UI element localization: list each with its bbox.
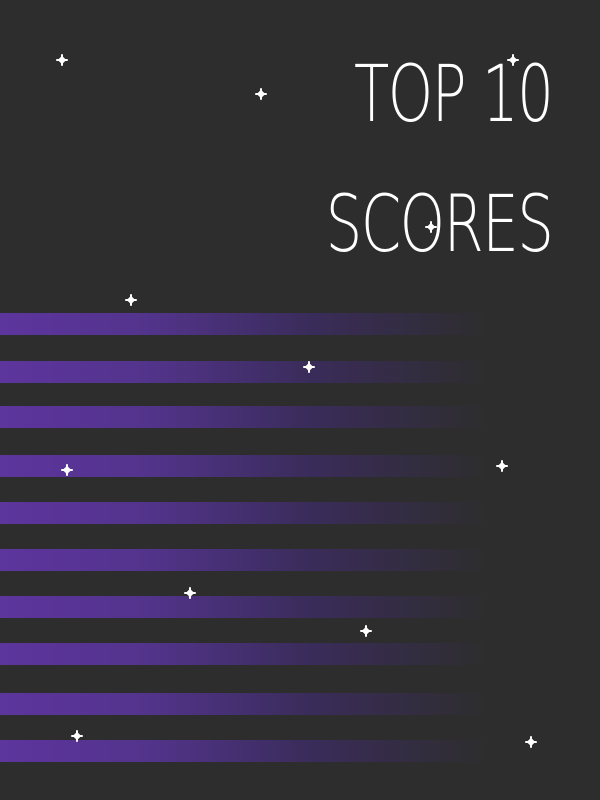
screen-title: TOP 10 SCORES [325,30,554,290]
sparkle-star-icon [360,625,372,637]
sparkle-star-icon [56,54,68,66]
score-row-3 [0,406,490,428]
sparkle-star-icon [184,587,196,599]
title-line-scores: SCORES [325,180,553,270]
top-scores-screen: TOP 10 SCORES [0,0,600,800]
sparkle-star-icon [71,730,83,742]
score-row-9 [0,693,490,715]
score-row-8 [0,643,490,665]
score-row-6 [0,549,490,571]
sparkle-star-icon [496,460,508,472]
score-row-5 [0,502,490,524]
sparkle-star-icon [125,294,137,306]
sparkle-star-icon [425,221,437,233]
score-row-2 [0,361,490,383]
score-row-1 [0,313,490,335]
score-row-4 [0,455,490,477]
title-line-top-10: TOP 10 [353,50,554,140]
sparkle-star-icon [507,54,519,66]
sparkle-star-icon [61,464,73,476]
sparkle-star-icon [525,736,537,748]
score-row-10 [0,740,490,762]
sparkle-star-icon [303,361,315,373]
sparkle-star-icon [255,88,267,100]
score-row-7 [0,596,490,618]
